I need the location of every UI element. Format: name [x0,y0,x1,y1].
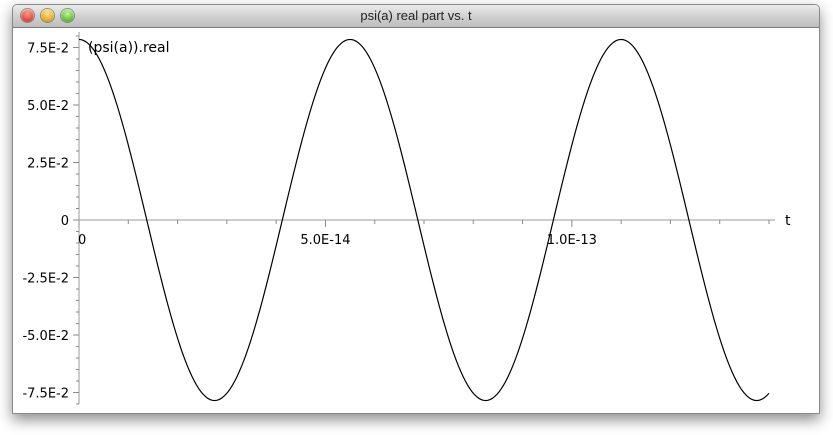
x-tick-label: 5.0E-14 [300,233,350,248]
window-title: psi(a) real part vs. t [360,8,472,23]
y-axis-label: (psi(a)).real [88,40,169,56]
y-tick-label: 2.5E-2 [27,157,69,172]
y-tick-label: 0 [61,214,69,229]
title-bar[interactable]: psi(a) real part vs. t [13,5,819,28]
x-tick-label: 1.0E-13 [547,233,597,248]
y-tick-label: -5.0E-2 [22,329,69,344]
plot-window: psi(a) real part vs. t 7.5E-2 5.0E-2 2.5E-… [12,4,820,414]
x-axis-label: t [785,213,791,229]
y-tick-label: -7.5E-2 [22,387,69,402]
x-tick-label: 0 [78,233,86,248]
line-chart: 7.5E-2 5.0E-2 2.5E-2 0 -2.5E-2 -5.0E-2 -7.5E-2… [22,32,791,405]
axes [78,32,775,404]
y-tick-label: 7.5E-2 [27,42,69,57]
y-tick-label: 5.0E-2 [27,99,69,114]
y-tick-label: -2.5E-2 [22,272,69,287]
